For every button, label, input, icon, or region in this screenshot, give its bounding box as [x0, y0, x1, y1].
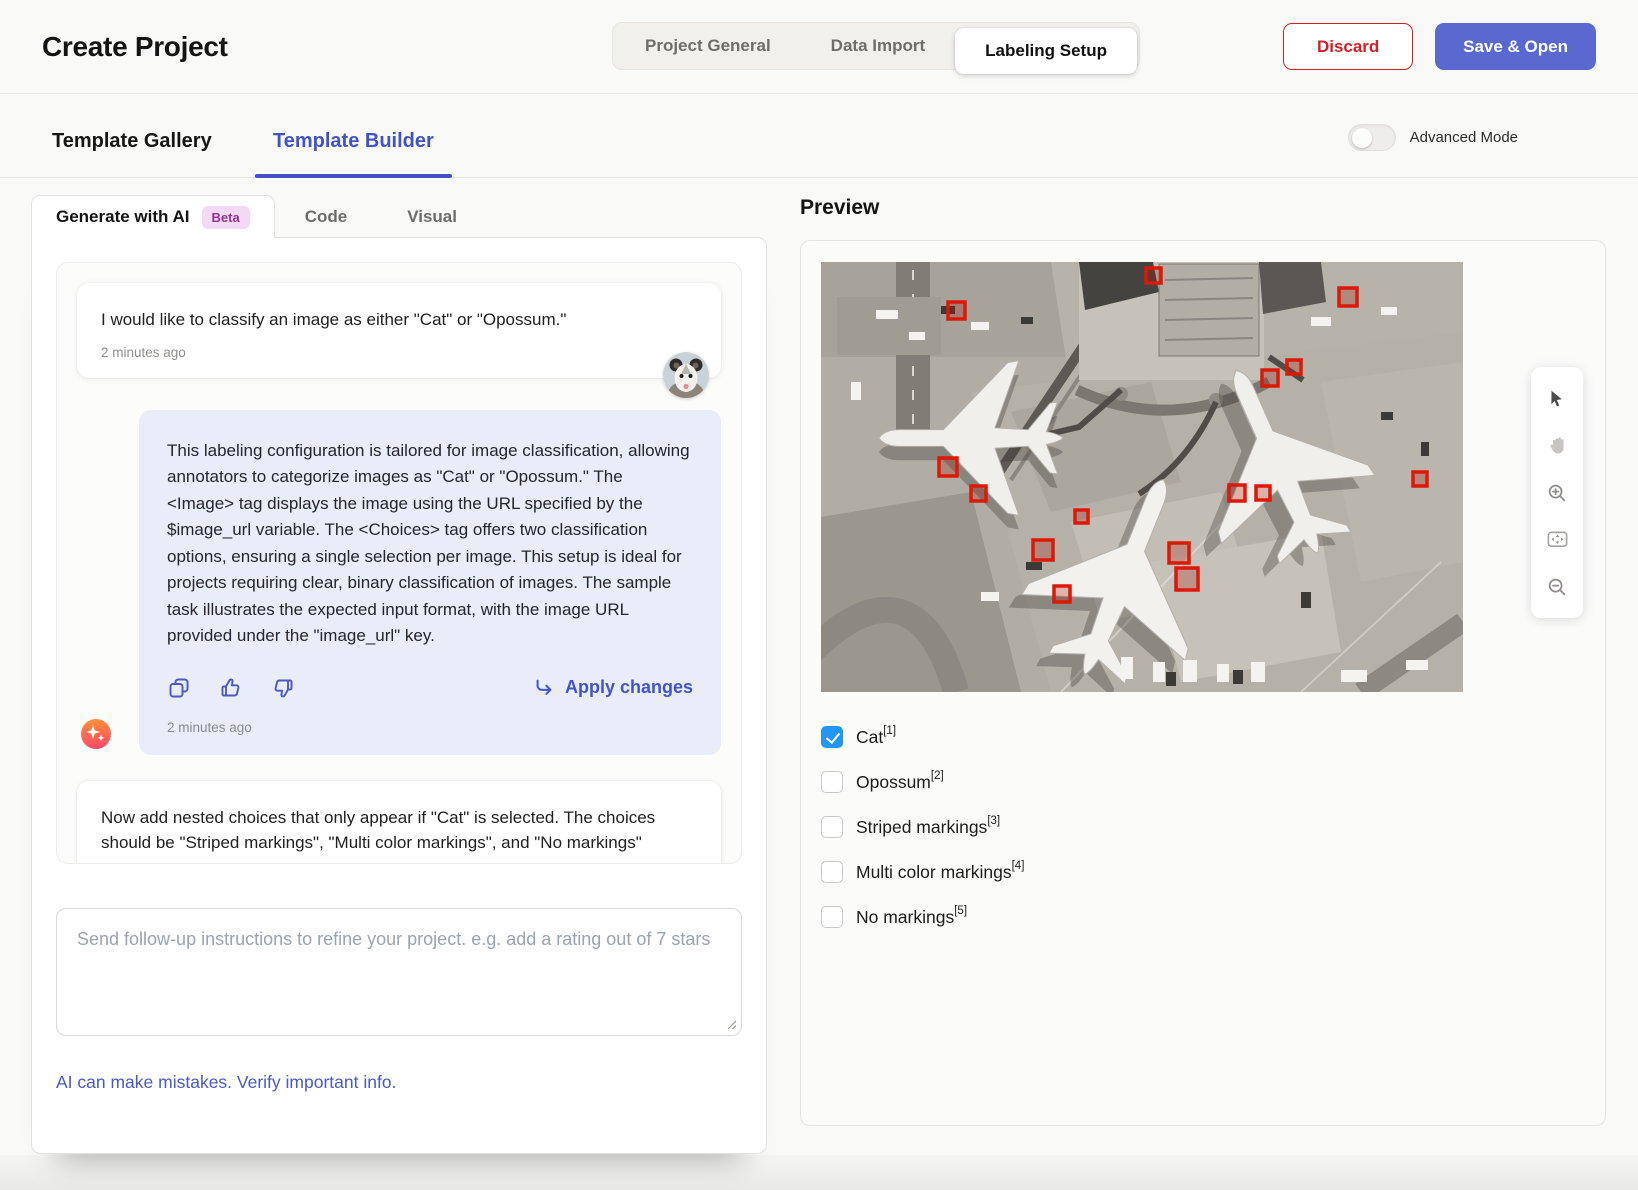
resize-handle-icon[interactable]	[725, 1018, 737, 1030]
choice-row-multi-color-markings[interactable]: Multi color markings[4]	[821, 861, 1585, 883]
tab-visual[interactable]: Visual	[377, 195, 487, 238]
tab-template-builder[interactable]: Template Builder	[273, 130, 434, 153]
tab-code[interactable]: Code	[275, 195, 378, 238]
preview-section: Preview	[800, 196, 1606, 1126]
choice-row-no-markings[interactable]: No markings[5]	[821, 906, 1585, 928]
cursor-tool-button[interactable]	[1531, 375, 1583, 422]
beta-badge: Beta	[202, 206, 250, 229]
choice-index: [5]	[954, 905, 967, 917]
toggle-knob	[1352, 128, 1372, 148]
preview-title: Preview	[800, 196, 1606, 220]
followup-input[interactable]	[56, 908, 742, 1036]
chat-message-assistant: This labeling configuration is tailored …	[77, 410, 721, 755]
image-toolbar	[1531, 367, 1583, 618]
thumbs-up-icon[interactable]	[219, 676, 243, 700]
assistant-bubble: This labeling configuration is tailored …	[139, 410, 721, 755]
tab-data-import[interactable]: Data Import	[801, 22, 955, 70]
page-title: Create Project	[42, 31, 228, 63]
checkbox[interactable]	[821, 906, 843, 928]
apply-arrow-icon	[533, 677, 555, 699]
followup-input-wrap	[56, 908, 742, 1036]
advanced-mode-control: Advanced Mode	[1348, 124, 1518, 151]
chat-message-user: Now add nested choices that only appear …	[77, 781, 721, 864]
choice-index: [4]	[1012, 860, 1025, 872]
choice-index: [1]	[883, 725, 896, 737]
app-header: Create Project Project General Data Impo…	[0, 0, 1638, 94]
zoom-in-tool-button[interactable]	[1531, 469, 1583, 516]
tab-labeling-setup[interactable]: Labeling Setup	[955, 28, 1137, 74]
choice-label: No markings	[856, 907, 954, 928]
checkbox[interactable]	[821, 816, 843, 838]
template-mode-bar: Template Gallery Template Builder Advanc…	[0, 94, 1638, 178]
cursor-icon	[1546, 388, 1568, 410]
advanced-mode-toggle[interactable]	[1348, 124, 1396, 151]
wizard-step-tabs: Project General Data Import Labeling Set…	[612, 22, 1140, 70]
message-text: Now add nested choices that only appear …	[101, 805, 697, 856]
choice-label: Opossum	[856, 772, 931, 793]
message-text: I would like to classify an image as eit…	[101, 307, 697, 333]
apply-changes-label: Apply changes	[565, 677, 693, 698]
assistant-actions: Apply changes	[167, 676, 693, 700]
tab-generate-with-ai[interactable]: Generate with AI Beta	[31, 195, 275, 238]
fit-screen-icon	[1546, 528, 1569, 551]
choice-label: Cat	[856, 727, 883, 748]
pan-tool-button[interactable]	[1531, 422, 1583, 469]
choice-index: [3]	[987, 815, 1000, 827]
tab-project-general[interactable]: Project General	[615, 22, 801, 70]
checkbox[interactable]	[821, 726, 843, 748]
choice-row-cat[interactable]: Cat[1]	[821, 726, 1585, 748]
assistant-text: This labeling configuration is tailored …	[167, 438, 693, 650]
zoom-in-icon	[1546, 482, 1568, 504]
builder-tabs: Generate with AI Beta Code Visual	[31, 195, 767, 238]
avatar	[663, 352, 709, 398]
choice-label: Striped markings	[856, 817, 987, 838]
copy-icon[interactable]	[167, 676, 191, 700]
choice-row-striped-markings[interactable]: Striped markings[3]	[821, 816, 1585, 838]
checkbox[interactable]	[821, 771, 843, 793]
fit-screen-tool-button[interactable]	[1531, 516, 1583, 563]
tab-template-gallery[interactable]: Template Gallery	[52, 130, 212, 153]
pan-hand-icon	[1546, 434, 1569, 457]
save-open-button[interactable]: Save & Open	[1435, 23, 1596, 70]
preview-image[interactable]	[821, 262, 1463, 692]
apply-changes-button[interactable]: Apply changes	[533, 677, 693, 699]
zoom-out-tool-button[interactable]	[1531, 563, 1583, 610]
advanced-mode-label: Advanced Mode	[1410, 129, 1518, 146]
template-builder-section: Generate with AI Beta Code Visual I woul…	[31, 195, 767, 1154]
header-actions: Discard Save & Open	[1283, 23, 1596, 70]
choice-index: [2]	[931, 770, 944, 782]
thumbs-down-icon[interactable]	[271, 676, 295, 700]
page-bottom-fade	[0, 1155, 1638, 1190]
ai-sparkle-avatar	[81, 719, 111, 749]
zoom-out-icon	[1546, 576, 1568, 598]
choice-label: Multi color markings	[856, 862, 1012, 883]
generate-with-ai-label: Generate with AI	[56, 207, 190, 227]
opossum-avatar-icon	[663, 352, 709, 398]
label-choices: Cat[1] Opossum[2] Striped markings[3] Mu…	[821, 726, 1585, 928]
message-timestamp: 2 minutes ago	[101, 345, 697, 360]
preview-panel: Cat[1] Opossum[2] Striped markings[3] Mu…	[800, 240, 1606, 1126]
checkbox[interactable]	[821, 861, 843, 883]
chat-message-user: I would like to classify an image as eit…	[77, 283, 721, 378]
builder-panel: I would like to classify an image as eit…	[31, 237, 767, 1154]
chat-history[interactable]: I would like to classify an image as eit…	[56, 262, 742, 864]
sparkle-icon	[81, 719, 111, 749]
choice-row-opossum[interactable]: Opossum[2]	[821, 771, 1585, 793]
ai-disclaimer-link[interactable]: AI can make mistakes. Verify important i…	[56, 1072, 742, 1093]
discard-button[interactable]: Discard	[1283, 23, 1413, 70]
message-timestamp: 2 minutes ago	[167, 720, 693, 735]
